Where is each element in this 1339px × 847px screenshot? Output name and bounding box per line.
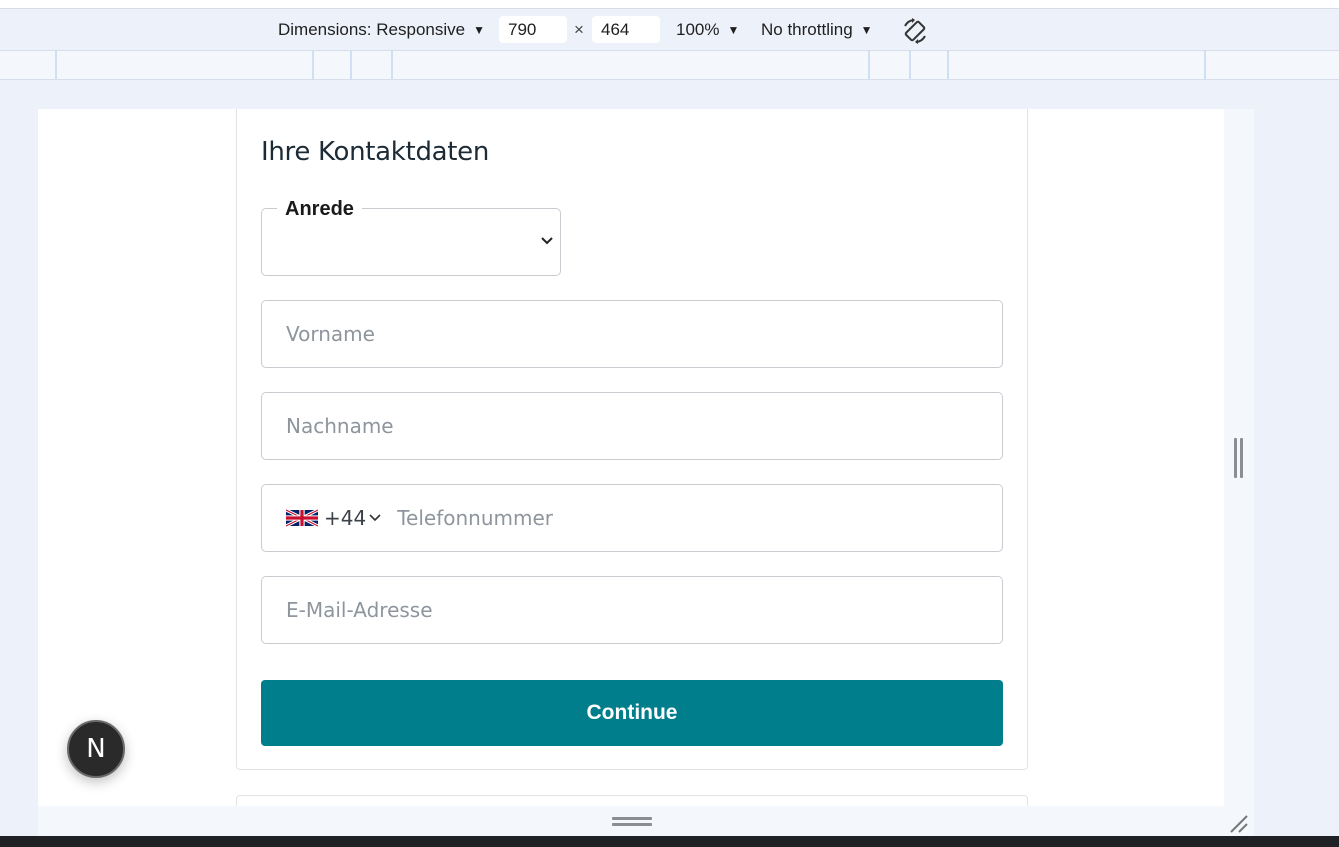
nextjs-dev-badge[interactable]: N (67, 720, 125, 778)
chevron-down-icon[interactable] (369, 514, 381, 522)
continue-button[interactable]: Continue (261, 680, 1003, 746)
height-input[interactable] (592, 16, 660, 43)
dimensions-dropdown[interactable]: Dimensions: Responsive ▼ (278, 10, 485, 50)
ruler-segment[interactable] (947, 51, 949, 80)
dimensions-label: Dimensions: Responsive (278, 20, 466, 39)
ruler-segment[interactable] (312, 51, 314, 80)
ruler-segment[interactable] (868, 51, 870, 80)
device-toolbar: Dimensions: Responsive ▼ × 100% ▼ No thr… (0, 10, 1339, 50)
ruler-segment[interactable] (55, 51, 57, 80)
browser-top-edge (0, 0, 1339, 9)
last-name-input[interactable]: Nachname (261, 392, 1003, 460)
ruler-segment[interactable] (391, 51, 393, 80)
email-placeholder: E-Mail-Adresse (286, 598, 433, 622)
zoom-label: 100% (676, 20, 720, 39)
phone-country-code[interactable]: +44 (324, 506, 366, 530)
triangle-down-icon: ▼ (473, 23, 485, 37)
rotate-icon[interactable] (900, 16, 930, 46)
ruler-segment[interactable] (1204, 51, 1206, 80)
phone-placeholder: Telefonnummer (397, 506, 553, 530)
resize-handle-bottom[interactable] (612, 817, 652, 827)
resize-corner-icon[interactable] (1227, 812, 1251, 834)
ruler-segment[interactable] (350, 51, 352, 80)
page-title: Ihre Kontaktdaten (261, 137, 490, 167)
last-name-placeholder: Nachname (286, 414, 394, 438)
triangle-down-icon: ▼ (727, 23, 740, 37)
times-symbol: × (574, 20, 584, 39)
taskbar-edge (0, 836, 1339, 847)
next-card (236, 795, 1028, 806)
email-input[interactable]: E-Mail-Adresse (261, 576, 1003, 644)
resize-handle-right[interactable] (1234, 438, 1244, 478)
throttling-label: No throttling (761, 20, 853, 39)
ruler-segment[interactable] (909, 51, 911, 80)
triangle-down-icon: ▼ (860, 23, 873, 37)
media-query-ruler[interactable] (0, 50, 1339, 80)
first-name-input[interactable]: Vorname (261, 300, 1003, 368)
throttling-dropdown[interactable]: No throttling ▼ (761, 10, 873, 50)
phone-input[interactable]: +44 Telefonnummer (261, 484, 1003, 552)
first-name-placeholder: Vorname (286, 322, 375, 346)
chevron-down-icon (541, 237, 553, 245)
width-input[interactable] (499, 16, 567, 43)
uk-flag-icon[interactable] (286, 509, 318, 527)
salutation-legend: Anrede (277, 198, 362, 221)
device-viewport: Ihre Kontaktdaten Anrede Vorname Nachnam… (38, 109, 1224, 806)
zoom-dropdown[interactable]: 100% ▼ (676, 10, 739, 50)
